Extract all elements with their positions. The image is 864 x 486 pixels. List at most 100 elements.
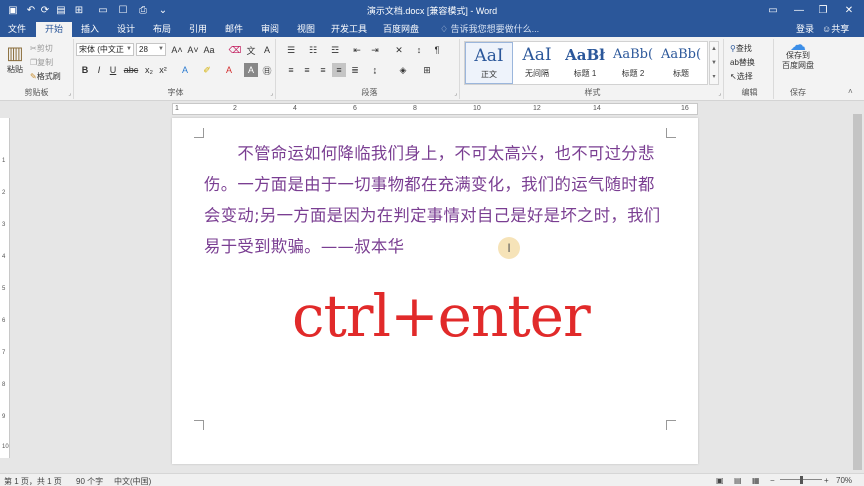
tab-home[interactable]: 开始 xyxy=(36,22,72,37)
page-count[interactable]: 第 1 页，共 1 页 xyxy=(4,476,62,486)
ruler-number: 6 xyxy=(2,318,6,324)
web-layout-icon[interactable]: ▦ xyxy=(752,476,760,485)
paragraph-launcher-icon[interactable]: ⌟ xyxy=(454,90,457,97)
tab-view[interactable]: 视图 xyxy=(292,22,320,37)
tab-references[interactable]: 引用 xyxy=(184,22,212,37)
language[interactable]: 中文(中国) xyxy=(114,476,151,486)
zoom-in-icon[interactable]: + xyxy=(824,476,829,485)
italic-icon[interactable]: I xyxy=(92,63,106,77)
margin-corner xyxy=(666,128,676,138)
ribbon-tab-bar: 文件 开始 插入 设计 布局 引用 邮件 审阅 视图 开发工具 百度网盘 ♢ 告… xyxy=(0,20,864,37)
cloud-icon: ☁ xyxy=(790,37,806,54)
show-marks-icon[interactable]: ¶ xyxy=(430,43,444,57)
enclose-char-icon[interactable]: ㊐ xyxy=(260,63,274,77)
decrease-indent-icon[interactable]: ⇤ xyxy=(350,43,364,57)
ruler-number: 9 xyxy=(2,414,6,420)
borders-icon[interactable]: ⊞ xyxy=(420,63,434,77)
chevron-down-icon: ▼ xyxy=(158,46,164,52)
subscript-icon[interactable]: x₂ xyxy=(142,63,156,77)
tab-baidu[interactable]: 百度网盘 xyxy=(380,22,422,37)
char-shading-icon[interactable]: A xyxy=(244,63,258,77)
collapse-ribbon-icon[interactable]: ˄ xyxy=(848,87,853,96)
bold-icon[interactable]: B xyxy=(78,63,92,77)
zoom-level[interactable]: 70% xyxy=(836,476,852,485)
numbering-icon[interactable]: ☷ xyxy=(306,43,320,57)
replace-button[interactable]: ab 替换 xyxy=(730,57,755,68)
styles-launcher-icon[interactable]: ⌟ xyxy=(718,90,721,97)
format-painter-button[interactable]: ✎ 格式刷 xyxy=(30,71,61,82)
align-center-icon[interactable]: ≡ xyxy=(300,63,314,77)
increase-indent-icon[interactable]: ⇥ xyxy=(368,43,382,57)
person-icon: ☺ xyxy=(822,24,832,34)
clipboard-launcher-icon[interactable]: ⌟ xyxy=(68,90,71,97)
tell-me-search[interactable]: ♢ 告诉我您想要做什么... xyxy=(440,22,539,37)
ruler-number: 4 xyxy=(293,105,297,112)
baidu-label: 百度网盘 xyxy=(782,61,814,70)
title-bar: ▣ ↶ ⟳ ▤ ⊞ ▭ ☐ ⎙ ⌄ 演示文档.docx [兼容模式] - Wor… xyxy=(0,0,864,20)
vertical-ruler[interactable]: 1 2 3 4 5 6 7 8 9 10 xyxy=(0,118,10,458)
font-color-icon[interactable]: A xyxy=(222,63,236,77)
char-border-icon[interactable]: A xyxy=(260,43,274,57)
font-size-combo[interactable]: 28 ▼ xyxy=(136,43,166,56)
margin-corner xyxy=(194,128,204,138)
ruler-number: 12 xyxy=(533,105,541,112)
font-name-combo[interactable]: 宋体 (中文正 ▼ xyxy=(76,43,134,56)
bullets-icon[interactable]: ☰ xyxy=(284,43,298,57)
cut-button[interactable]: ✂ 剪切 xyxy=(30,43,53,54)
superscript-icon[interactable]: x² xyxy=(156,63,170,77)
tab-layout[interactable]: 布局 xyxy=(148,22,176,37)
ribbon-display-icon[interactable]: ▭ xyxy=(762,0,784,20)
ruler-number: 1 xyxy=(175,105,179,112)
select-button[interactable]: ↖ 选择 xyxy=(730,71,753,82)
tab-mailings[interactable]: 邮件 xyxy=(220,22,248,37)
restore-button[interactable]: ❐ xyxy=(812,0,834,20)
find-button[interactable]: ⚲ 查找 xyxy=(730,43,752,54)
big-text[interactable]: ctrl+enter xyxy=(292,282,591,350)
vertical-scrollbar[interactable] xyxy=(851,102,864,473)
tab-review[interactable]: 审阅 xyxy=(256,22,284,37)
align-right-icon[interactable]: ≡ xyxy=(316,63,330,77)
tab-insert[interactable]: 插入 xyxy=(76,22,104,37)
login-button[interactable]: 登录 xyxy=(796,22,814,37)
shrink-font-icon[interactable]: A˅ xyxy=(186,43,200,57)
save-to-baidu-button[interactable]: ☁ 保存到 百度网盘 xyxy=(778,37,818,71)
sort-icon[interactable]: ↕ xyxy=(412,43,426,57)
share-button[interactable]: ☺共享 xyxy=(822,22,849,37)
highlight-icon[interactable]: ✐ xyxy=(200,63,214,77)
tab-design[interactable]: 设计 xyxy=(112,22,140,37)
styles-group-label: 样式 xyxy=(584,88,601,97)
scrollbar-thumb[interactable] xyxy=(853,114,862,470)
align-left-icon[interactable]: ≡ xyxy=(284,63,298,77)
underline-icon[interactable]: U xyxy=(106,63,120,77)
copy-button[interactable]: ❐ 复制 xyxy=(30,57,53,68)
zoom-out-icon[interactable]: − xyxy=(770,476,775,485)
phonetic-guide-icon[interactable]: 文 xyxy=(244,43,258,57)
body-paragraph[interactable]: 不管命运如何降临我们身上，不可太高兴，也不可过分悲伤。一方面是由于一切事物都在充… xyxy=(204,138,668,262)
distributed-icon[interactable]: ≣ xyxy=(348,63,362,77)
cursor-arrow-icon: ↖ xyxy=(730,72,737,81)
grow-font-icon[interactable]: A˄ xyxy=(170,43,184,57)
copy-label: 复制 xyxy=(37,58,54,67)
word-count[interactable]: 90 个字 xyxy=(76,476,103,486)
asian-layout-icon[interactable]: ✕ xyxy=(392,43,406,57)
clear-format-icon[interactable]: ⌫ xyxy=(228,43,242,57)
strikethrough-icon[interactable]: abc xyxy=(124,63,139,77)
multilevel-list-icon[interactable]: ☲ xyxy=(328,43,342,57)
print-layout-icon[interactable]: ▤ xyxy=(734,476,742,485)
change-case-icon[interactable]: Aa xyxy=(202,43,216,57)
document-page[interactable]: 不管命运如何降临我们身上，不可太高兴，也不可过分悲伤。一方面是由于一切事物都在充… xyxy=(172,118,698,464)
justify-icon[interactable]: ≡ xyxy=(332,63,346,77)
close-button[interactable]: ✕ xyxy=(838,0,860,20)
shading-icon[interactable]: ◈ xyxy=(396,63,410,77)
paste-button[interactable]: ▥ 粘贴 xyxy=(4,43,26,75)
text-effects-icon[interactable]: A xyxy=(178,63,192,77)
minimize-button[interactable]: — xyxy=(788,0,810,20)
horizontal-ruler[interactable]: 1 2 4 6 8 10 12 14 16 xyxy=(172,103,698,115)
zoom-slider-thumb[interactable] xyxy=(800,476,803,484)
tab-file[interactable]: 文件 xyxy=(4,22,30,37)
ruler-number: 5 xyxy=(2,286,6,292)
tab-developer[interactable]: 开发工具 xyxy=(328,22,370,37)
read-mode-icon[interactable]: ▣ xyxy=(716,476,724,485)
line-spacing-icon[interactable]: ↨ xyxy=(368,63,382,77)
font-launcher-icon[interactable]: ⌟ xyxy=(270,90,273,97)
